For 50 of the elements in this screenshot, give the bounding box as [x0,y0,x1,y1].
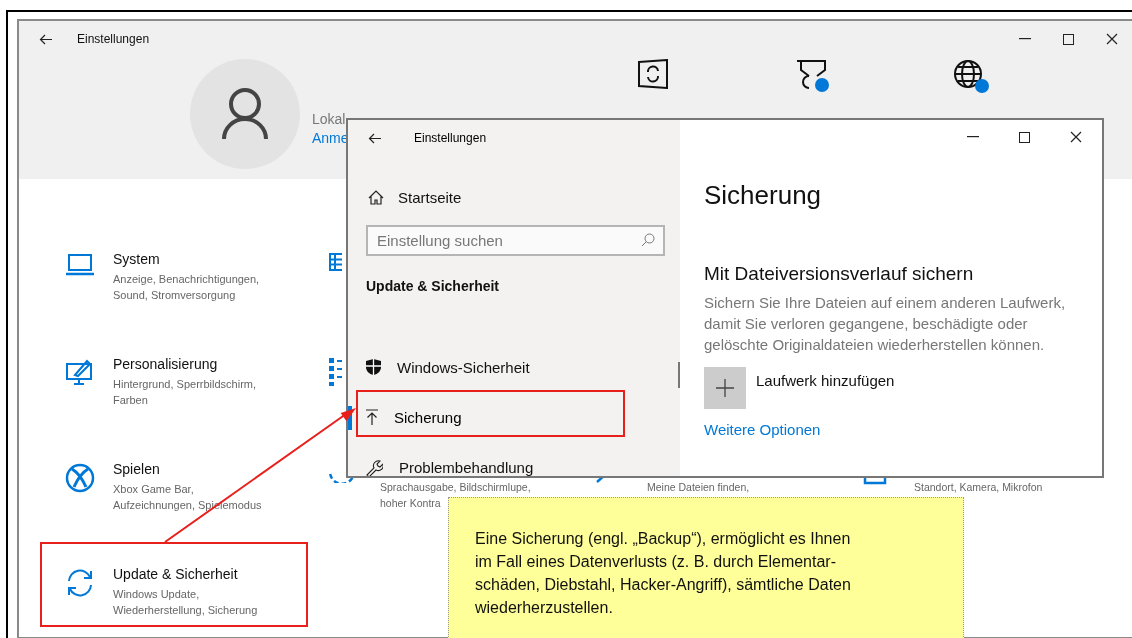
upload-arrow-icon [366,409,378,425]
section-heading: Update & Sicherheit [366,278,501,294]
close-icon[interactable] [1070,131,1082,143]
section-heading: Mit Dateiversionsverlauf sichern [704,263,975,285]
nav-item[interactable]: Sicherung [394,408,462,426]
category-description: Sprachausgabe, Bildschirmlupe, hoher Kontra [380,480,531,511]
shield-icon [366,359,381,375]
add-drive-button[interactable] [704,367,746,409]
back-arrow-icon[interactable] [39,33,52,45]
medal-icon[interactable] [795,59,831,93]
category-description: Standort, Kamera, Mikrofon [914,480,1043,495]
category-title[interactable]: Personalisierung [113,356,257,372]
plus-icon [716,379,734,397]
category-description: Anzeige, Benachrichtigungen, Sound, Stromversorgung [113,272,260,303]
maximize-icon[interactable] [1063,33,1074,45]
category-title[interactable]: Update & Sicherheit [113,566,258,582]
note-text: Eine Sicherung (engl. „Backup“), ermöglicht es Ihnen im Fall eines Datenverlusts (z. B. durch Elementar- schäden, Diebstahl, Hacker-Angriff), sämtliche Daten wiederherzustellen. [475,529,852,618]
apps-list-icon [329,358,342,386]
wrench-icon [366,458,383,476]
update-icon[interactable] [637,59,669,89]
monitor-brush-icon [65,358,95,386]
category-description: Hintergrund, Sperrbildschirm, Farben [113,377,257,408]
account-name: Lokal [312,111,347,127]
more-options-link[interactable]: Weitere Optionen [704,421,821,438]
description: Sichern Sie Ihre Dateien auf einem anderen Laufwerk, damit Sie verloren gegangene, beschädigte oder gelöschte Originaldateien wiederherstellen können. [704,293,1067,355]
laptop-icon [65,253,95,277]
nav-item[interactable]: Windows-Sicherheit [397,358,530,376]
search-field[interactable]: Einstellung suchen [366,225,665,256]
minimize-icon[interactable] [967,136,979,138]
close-icon[interactable] [1106,33,1118,45]
add-drive-label[interactable]: Laufwerk hinzufügen [756,372,895,389]
keyboard-icon [329,253,342,271]
page-title: Sicherung [704,180,823,211]
nav-item[interactable]: Problembehandlung [399,458,534,476]
globe-icon[interactable] [953,59,991,95]
person-icon [221,87,269,141]
xbox-icon [65,463,95,493]
category-title[interactable]: System [113,251,260,267]
sync-icon [65,568,95,598]
category-description: Windows Update, Wiederherstellung, Sicherung [113,587,258,618]
category-description: Meine Dateien finden, [647,480,750,495]
minimize-icon[interactable] [1019,38,1031,40]
dialog-title: Einstellungen [414,131,487,145]
category-title[interactable]: Spielen [113,461,262,477]
window-title: Einstellungen [77,32,150,46]
home-icon[interactable] [368,189,384,205]
scrollbar-thumb[interactable] [678,362,680,388]
home-link[interactable]: Startseite [398,188,462,206]
back-arrow-icon[interactable] [368,132,381,144]
maximize-icon[interactable] [1019,131,1030,143]
